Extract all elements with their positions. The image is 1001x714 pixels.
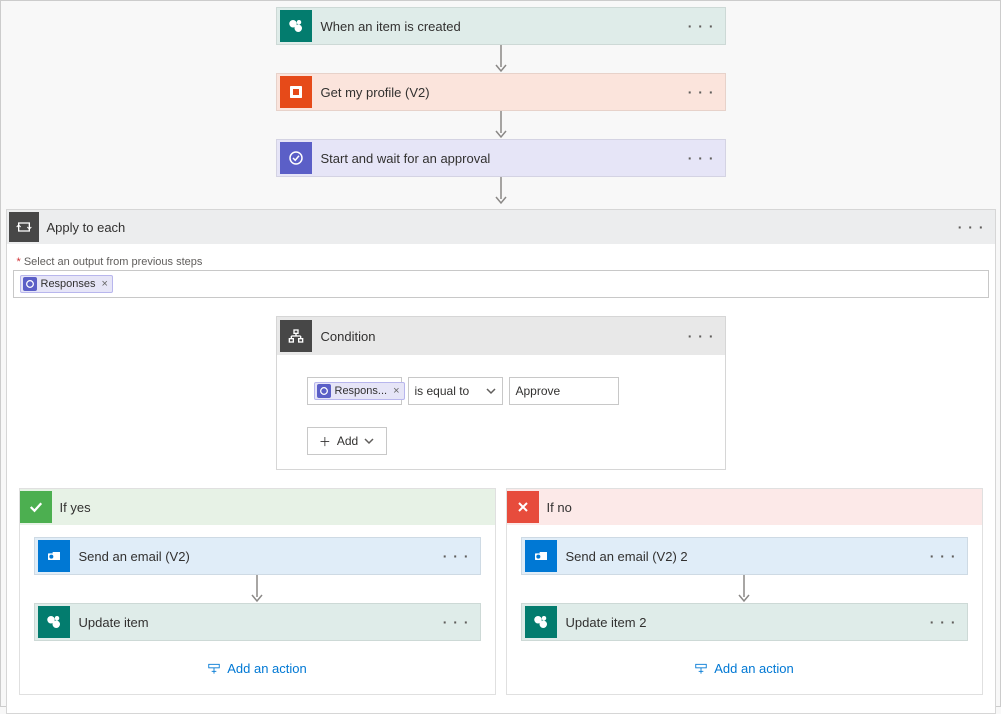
chevron-down-icon — [486, 386, 496, 396]
profile-menu[interactable]: · · · — [678, 84, 725, 100]
profile-title: Get my profile (V2) — [315, 85, 678, 100]
approval-icon — [280, 142, 312, 174]
approval-token-icon — [317, 384, 331, 398]
trigger-menu[interactable]: · · · — [678, 18, 725, 34]
if-yes-title: If yes — [60, 500, 91, 515]
trigger-title: When an item is created — [315, 19, 678, 34]
update-yes-title: Update item — [73, 615, 433, 630]
arrow-icon — [34, 575, 481, 603]
update-yes-menu[interactable]: · · · — [433, 614, 480, 630]
flow-canvas: When an item is created · · · Get my pro… — [1, 1, 1000, 205]
add-label: Add — [337, 434, 358, 448]
sharepoint-icon — [280, 10, 312, 42]
responses-token[interactable]: Responses × — [20, 275, 113, 293]
add-action-no-label: Add an action — [714, 661, 794, 676]
email-yes-menu[interactable]: · · · — [433, 548, 480, 564]
email-no-menu[interactable]: · · · — [920, 548, 967, 564]
send-email-no-step[interactable]: Send an email (V2) 2 · · · — [521, 537, 968, 575]
outlook-icon — [38, 540, 70, 572]
approval-token-icon — [23, 277, 37, 291]
add-action-yes[interactable]: Add an action — [34, 661, 481, 676]
plus-icon: ＋ — [319, 433, 331, 450]
apply-to-each-header[interactable]: Apply to each · · · — [7, 210, 995, 244]
if-no-branch: If no Send an email (V2) 2 · · · — [506, 488, 983, 695]
email-no-title: Send an email (V2) 2 — [560, 549, 920, 564]
if-no-title: If no — [547, 500, 572, 515]
add-action-icon — [207, 662, 221, 676]
approval-menu[interactable]: · · · — [678, 150, 725, 166]
close-icon — [507, 491, 539, 523]
add-action-icon — [694, 662, 708, 676]
approval-title: Start and wait for an approval — [315, 151, 678, 166]
sharepoint-icon — [38, 606, 70, 638]
arrow-icon — [521, 575, 968, 603]
if-yes-branch: If yes Send an email (V2) · · · — [19, 488, 496, 695]
office-icon — [280, 76, 312, 108]
condition-left-input[interactable]: Respons... × — [307, 377, 402, 405]
condition-icon — [280, 320, 312, 352]
operator-label: is equal to — [415, 384, 470, 398]
profile-step[interactable]: Get my profile (V2) · · · — [276, 73, 726, 111]
value-text: Approve — [516, 384, 561, 398]
if-yes-header[interactable]: If yes — [20, 489, 495, 525]
if-no-header[interactable]: If no — [507, 489, 982, 525]
condition-row: Respons... × is equal to Approve — [307, 377, 695, 405]
update-no-menu[interactable]: · · · — [920, 614, 967, 630]
chevron-down-icon — [364, 436, 374, 446]
token-label: Respons... — [335, 385, 388, 397]
token-remove[interactable]: × — [393, 385, 399, 397]
condition-operator-select[interactable]: is equal to — [408, 377, 503, 405]
add-condition-button[interactable]: ＋ Add — [307, 427, 387, 455]
response-token[interactable]: Respons... × — [314, 382, 405, 400]
trigger-step[interactable]: When an item is created · · · — [276, 7, 726, 45]
send-email-yes-step[interactable]: Send an email (V2) · · · — [34, 537, 481, 575]
condition-branches: If yes Send an email (V2) · · · — [13, 470, 989, 705]
update-no-title: Update item 2 — [560, 615, 920, 630]
add-action-yes-label: Add an action — [227, 661, 307, 676]
update-item-yes-step[interactable]: Update item · · · — [34, 603, 481, 641]
apply-title: Apply to each — [41, 220, 948, 235]
condition-title: Condition — [315, 329, 678, 344]
approval-step[interactable]: Start and wait for an approval · · · — [276, 139, 726, 177]
condition-header[interactable]: Condition · · · — [277, 317, 725, 355]
email-yes-title: Send an email (V2) — [73, 549, 433, 564]
token-label: Responses — [41, 278, 96, 290]
apply-to-each-container: Apply to each · · · * Select an output f… — [6, 209, 996, 714]
arrow-icon — [494, 45, 508, 73]
loop-icon — [9, 212, 39, 242]
arrow-icon — [494, 111, 508, 139]
output-input[interactable]: Responses × — [13, 270, 989, 298]
add-action-no[interactable]: Add an action — [521, 661, 968, 676]
token-remove[interactable]: × — [102, 278, 108, 290]
condition-value-input[interactable]: Approve — [509, 377, 619, 405]
update-item-no-step[interactable]: Update item 2 · · · — [521, 603, 968, 641]
apply-menu[interactable]: · · · — [948, 219, 995, 235]
check-icon — [20, 491, 52, 523]
condition-menu[interactable]: · · · — [678, 328, 725, 344]
outlook-icon — [525, 540, 557, 572]
input-label: * Select an output from previous steps — [17, 256, 985, 268]
condition-card: Condition · · · Respons... × — [276, 316, 726, 470]
arrow-icon — [494, 177, 508, 205]
sharepoint-icon — [525, 606, 557, 638]
